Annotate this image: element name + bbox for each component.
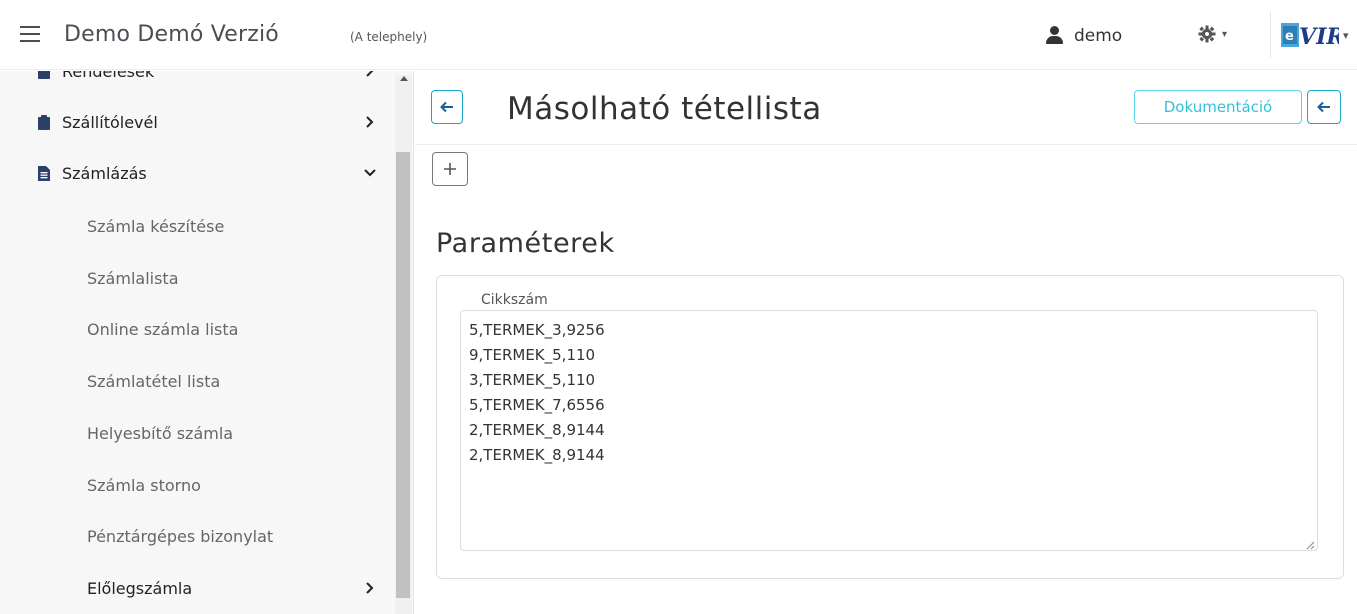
brand-menu[interactable]: e VIR ▾ (1270, 12, 1357, 58)
cikkszam-label: Cikkszám (477, 292, 552, 308)
sidebar-subitem-penztargepes-bizonylat[interactable]: Pénztárgépes bizonylat (0, 514, 390, 558)
sidebar-subitem-szamlatetel-lista[interactable]: Számlatétel lista (0, 359, 390, 403)
sidebar-subitem-label: Pénztárgépes bizonylat (87, 526, 274, 546)
brand-logo: e VIR (1281, 23, 1339, 50)
scroll-up-arrow-icon[interactable] (400, 76, 408, 81)
chevron-right-icon (366, 71, 374, 77)
resize-grip-icon[interactable] (1305, 540, 1315, 550)
sidebar-subitem-szamla-storno[interactable]: Számla storno (0, 463, 390, 507)
chevron-right-icon (366, 582, 374, 594)
sidebar-subitem-szamlalista[interactable]: Számlalista (0, 256, 390, 300)
sidebar-subitem-label: Online számla lista (87, 319, 239, 339)
arrow-left-icon (440, 101, 453, 113)
cikkszam-textarea[interactable] (469, 318, 1289, 538)
settings-menu[interactable]: ▾ (1197, 24, 1227, 44)
sidebar-subitem-online-szamla-lista[interactable]: Online számla lista (0, 307, 390, 351)
chevron-right-icon (366, 116, 374, 128)
top-bar: Demo Demó Verzió (A telephely) demo ▾ e … (0, 0, 1357, 70)
user-icon (1044, 26, 1066, 46)
logo-letters: VIR (1299, 24, 1339, 50)
logo-letter-e: e (1285, 29, 1294, 44)
user-menu[interactable]: demo (1044, 24, 1122, 48)
main-content: Másolható tétellista Dokumentáció Paramé… (415, 71, 1357, 614)
brand-caret-icon: ▾ (1343, 28, 1349, 42)
section-title: Paraméterek (436, 228, 615, 259)
page-title: Másolható tétellista (507, 91, 822, 127)
sidebar: Rendelések Szállítólevél Számlázás Száml… (0, 71, 414, 614)
sidebar-subitem-label: Számla készítése (87, 216, 225, 236)
back-button[interactable] (431, 90, 463, 124)
arrow-left-icon (1317, 101, 1330, 113)
sidebar-subitem-eloleg-szamla[interactable]: Előlegszámla (0, 566, 390, 610)
site-label: (A telephely) (350, 30, 428, 44)
parameters-panel: Cikkszám (436, 275, 1344, 579)
menu-icon[interactable] (20, 26, 40, 42)
sidebar-item-label: Rendelések (62, 71, 155, 81)
document-icon (38, 165, 50, 181)
back-button-secondary[interactable] (1307, 90, 1341, 124)
sidebar-subitem-helyesbito-szamla[interactable]: Helyesbítő számla (0, 411, 390, 455)
sidebar-subitem-label: Számlatétel lista (87, 371, 221, 391)
sidebar-item-rendelesek[interactable]: Rendelések (0, 71, 390, 93)
sidebar-subitem-label: Előlegszámla (87, 578, 193, 598)
clipboard-icon (38, 114, 50, 130)
sidebar-item-szallitolevel[interactable]: Szállítólevél (0, 100, 390, 144)
plus-icon (444, 163, 456, 175)
add-button[interactable] (432, 152, 468, 186)
sidebar-item-szamlazas[interactable]: Számlázás (0, 151, 390, 195)
app-title: Demo Demó Verzió (64, 22, 279, 47)
chevron-down-icon (364, 169, 376, 177)
gear-icon (1198, 25, 1216, 43)
sidebar-scrollbar-thumb[interactable] (396, 152, 410, 598)
settings-caret-icon: ▾ (1222, 28, 1228, 40)
documentation-button[interactable]: Dokumentáció (1134, 90, 1302, 124)
sidebar-item-label: Számlázás (62, 163, 147, 183)
sidebar-subitem-label: Helyesbítő számla (87, 423, 234, 443)
user-name: demo (1074, 26, 1123, 46)
page-header: Másolható tétellista Dokumentáció (415, 71, 1357, 145)
clipboard-icon (38, 71, 50, 79)
sidebar-item-label: Szállítólevél (62, 112, 158, 132)
sidebar-subitem-szamla-keszitese[interactable]: Számla készítése (0, 204, 390, 248)
sidebar-subitem-label: Számla storno (87, 475, 201, 495)
sidebar-subitem-label: Számlalista (87, 268, 179, 288)
